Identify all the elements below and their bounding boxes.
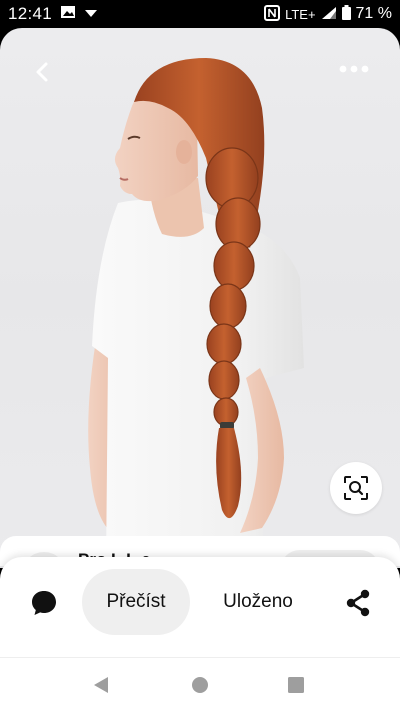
nav-home-button[interactable]	[191, 676, 209, 699]
more-options-button[interactable]	[334, 54, 374, 84]
back-arrow-icon	[36, 62, 48, 82]
status-left: 12:41	[8, 4, 98, 24]
read-button[interactable]: Přečíst	[82, 569, 190, 635]
nav-back-button[interactable]	[93, 676, 109, 699]
back-button[interactable]	[24, 54, 60, 90]
nav-recents-button[interactable]	[287, 676, 305, 699]
share-icon	[346, 589, 370, 617]
system-navigation-bar	[0, 657, 400, 711]
nfc-icon	[264, 4, 281, 24]
home-circle-icon	[192, 677, 208, 693]
action-bar: Přečíst Uloženo	[0, 557, 400, 657]
saved-button[interactable]: Uloženo	[206, 569, 310, 635]
network-type: LTE+	[285, 6, 316, 22]
share-button[interactable]	[340, 585, 376, 621]
battery-percent: 71 %	[355, 5, 392, 22]
pin-image-card[interactable]	[0, 28, 400, 568]
signal-icon	[321, 6, 337, 23]
more-dots-icon	[339, 65, 369, 73]
back-triangle-icon	[94, 677, 108, 693]
status-bar: 12:41 LTE+ 71 %	[0, 0, 400, 28]
visual-search-icon	[344, 476, 368, 500]
visual-search-button[interactable]	[330, 462, 382, 514]
recents-square-icon	[288, 677, 304, 693]
comment-bubble-icon	[32, 591, 56, 615]
battery-icon	[341, 5, 351, 23]
dropdown-icon	[84, 5, 98, 23]
status-time: 12:41	[8, 4, 53, 23]
image-icon	[60, 5, 76, 24]
status-right: LTE+ 71 %	[264, 4, 392, 24]
comment-button[interactable]	[26, 585, 62, 621]
